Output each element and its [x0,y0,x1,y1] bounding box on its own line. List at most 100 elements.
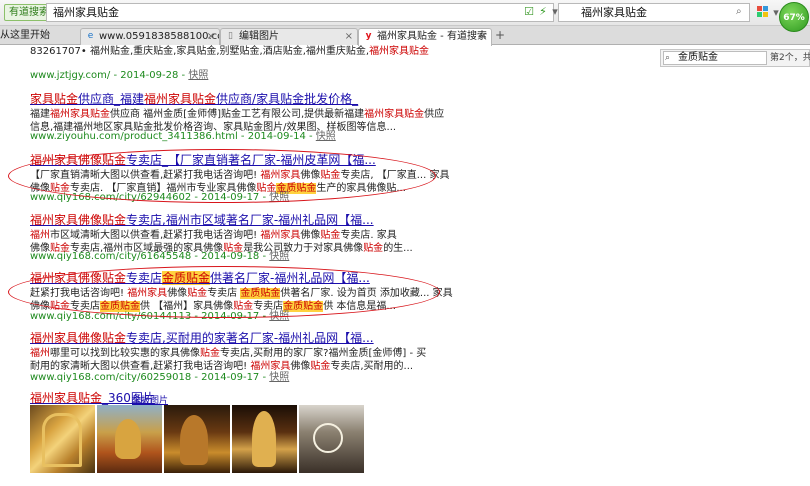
image-results-row [30,405,365,473]
keyword-match: 福州家具 [260,230,301,241]
keyword-match: 贴金 [320,170,341,181]
text-segment: 专卖店,买耐用的... [330,361,414,372]
result-url[interactable]: www.qiy168.com/city/62944602 - 2014-09-1… [30,191,289,204]
image-thumbnail[interactable] [231,405,297,473]
result-title[interactable]: 福州家具佛像贴金专卖店,买耐用的家著名厂家-福州礼品网【福... [30,331,374,346]
close-icon[interactable]: × [345,29,353,44]
find-count: 第2个，共6 [770,53,810,63]
snapshot-link[interactable]: 快照 [316,131,336,142]
tab-strip: 从这里开始 e www.0591838588100.com的 × ▯ 编辑图片 … [0,26,810,46]
tab-label: www.0591838588100.com的 [99,31,219,42]
ie-icon: e [87,31,94,41]
text-segment: 佛像 [290,361,311,372]
keyword-match: 家具贴金 [30,92,79,106]
text-segment: 供 本信息是福... [323,301,396,312]
text-segment: 供应商_福建 [78,92,145,106]
tab-site[interactable]: e www.0591838588100.com的 × [80,28,220,45]
text-segment: 福建 [30,109,50,120]
image-thumbnail[interactable] [164,405,230,473]
text-segment: 专卖店. 家具 [340,230,397,241]
tab-label: 编辑图片 [239,31,279,42]
text-segment: 市区域清晰大图以供查看,赶紧打我电话咨询吧! [50,230,261,241]
compat-mode-icon[interactable]: ☑ [522,5,536,19]
result-snippet: 福州哪里可以找到比较实惠的家具佛像贴金专卖店,买耐用的家厂家?福州金质[金师傅]… [30,347,426,361]
result-url[interactable]: www.qiy168.com/city/61645548 - 2014-09-1… [30,250,289,263]
keyword-match: 福州家具佛像贴金 [30,331,127,345]
performance-badge[interactable]: 67% [779,2,809,32]
keyword-match: 贴金 [310,361,331,372]
result-snippet: 83261707• 福州贴金,重庆贴金,家具贴金,别墅贴金,酒店贴金,福州重庆贴… [30,45,429,59]
keyword-match: 福州家具贴金 [144,92,217,106]
snapshot-link[interactable]: 快照 [188,70,208,81]
result-title[interactable]: 福州家具佛像贴金专卖店金质贴金供著名厂家-福州礼品网【福... [30,271,370,286]
keyword-match: 福州 [30,230,50,241]
new-tab-button[interactable]: + [493,29,507,43]
keyword-match: 贴金 [187,288,208,299]
address-toolbar: 有道搜索 福州家具贴金 ☑ ⚡ ▾ y 福州家具贴金 ⌕ ▾ [0,0,810,26]
text-segment: 83261707• 福州贴金,重庆贴金,家具贴金,别墅贴金,酒店贴金,福州重庆贴… [30,46,370,57]
tab-search-results[interactable]: y 福州家具贴金 - 有道搜索 × [358,28,492,46]
text-segment: 生产的家具佛像贴... [316,183,406,194]
keyword-match: 贴金 [320,230,341,241]
snapshot-link[interactable]: 快照 [269,372,289,383]
result-snippet: 【厂家直销清晰大图以供查看,赶紧打我电话咨询吧! 福州家具佛像贴金专卖店, 【厂… [30,169,449,183]
result-url[interactable]: www.jztjgy.com/ - 2014-09-28 - 快照 [30,69,208,82]
text-segment: 专卖店 [207,288,241,299]
apps-grid-icon[interactable] [757,6,769,18]
find-input[interactable]: 金质贴金 [663,51,767,65]
text-segment: 专卖店 [126,271,163,285]
tab-label: 福州家具贴金 - 有道搜索 [377,31,487,42]
snapshot-link[interactable]: 快照 [269,251,289,262]
url-input[interactable]: 福州家具贴金 [46,3,554,22]
result-title[interactable]: 福州家具佛像贴金专卖店,福州市区域著名厂家-福州礼品网【福... [30,213,374,228]
keyword-match: 福州家具贴金 [364,109,425,120]
result-snippet: 福建福州家具贴金供应商 福州金质[金师傅]贴金工艺有限公司,提供最新福建福州家具… [30,108,444,122]
text-segment: 供应商/家具贴金批发价格_ [216,92,359,106]
text-segment: 供著名厂家-福州礼品网【福... [210,271,370,285]
bookmark-start[interactable]: 从这里开始 [0,29,50,43]
keyword-match: 福州 [30,348,50,359]
text-segment: 专卖店,买耐用的家著名厂家-福州礼品网【福... [126,331,374,345]
search-input[interactable]: 福州家具贴金 [558,3,750,22]
result-snippet: 福州市区域清晰大图以供查看,赶紧打我电话咨询吧! 福州家具佛像贴金专卖店. 家具 [30,229,397,243]
highlighted-match: 金质贴金 [162,271,211,285]
keyword-match: 福州家具 [260,170,301,181]
text-segment: 赶紧打我电话咨询吧! [30,288,128,299]
result-title[interactable]: 家具贴金供应商_福建福州家具贴金供应商/家具贴金批发价格_ [30,92,358,107]
keyword-match: 福州家具佛像贴金 [30,153,127,167]
close-icon[interactable]: × [479,29,487,44]
snapshot-link[interactable]: 快照 [269,311,289,322]
text-segment: 的生... [383,243,413,254]
text-segment: 【厂家直销清晰大图以供查看,赶紧打我电话咨询吧! [30,170,261,181]
image-thumbnail[interactable] [30,405,96,473]
keyword-match: 福州家具贴金 [369,46,430,57]
image-thumbnail[interactable] [97,405,163,473]
text-segment: 专卖店,买耐用的家厂家?福州金质[金师傅] - 买 [220,348,427,359]
result-title[interactable]: 福州家具佛像贴金专卖店_【厂家直销著名厂家-福州皮革网【福... [30,153,376,168]
text-segment: 专卖店, 【厂家直... 家具 [340,170,450,181]
result-url[interactable]: www.ziyouhu.com/product_3411386.html - 2… [30,130,336,143]
search-icon[interactable]: ⌕ [736,6,747,17]
text-segment: 专卖店,福州市区域著名厂家-福州礼品网【福... [126,213,374,227]
text-segment: 佛像 [300,230,321,241]
highlighted-match: 金质贴金 [240,288,281,299]
image-thumbnail[interactable] [298,405,365,473]
result-snippet: 赶紧打我电话咨询吧! 福州家具佛像贴金专卖店 金质贴金供著名厂家. 设为首页 添… [30,287,453,301]
text-segment: 专卖店_【厂家直销著名厂家-福州皮革网【福... [126,153,376,167]
keyword-match: 福州家具 [127,288,168,299]
close-icon[interactable]: × [207,29,215,44]
text-segment: 供著名厂家. 设为首页 添加收藏... 家具 [280,288,453,299]
result-url[interactable]: www.qiy168.com/city/60259018 - 2014-09-1… [30,371,289,384]
text-segment: 佛像 [300,170,321,181]
search-icon: ⌕ [665,53,671,63]
document-icon: ▯ [228,31,233,41]
keyword-match: 贴金 [363,243,384,254]
result-url[interactable]: www.qiy168.com/city/60144113 - 2014-09-1… [30,310,289,323]
snapshot-link[interactable]: 快照 [269,192,289,203]
text-segment: 佛像 [167,288,188,299]
tab-edit-image[interactable]: ▯ 编辑图片 × [220,28,358,45]
keyword-match: 福州家具贴金 [50,109,110,120]
text-segment: 供应 [424,109,445,120]
youdao-icon: y [365,31,372,41]
text-segment: 哪里可以找到比较实惠的家具佛像 [50,348,200,359]
